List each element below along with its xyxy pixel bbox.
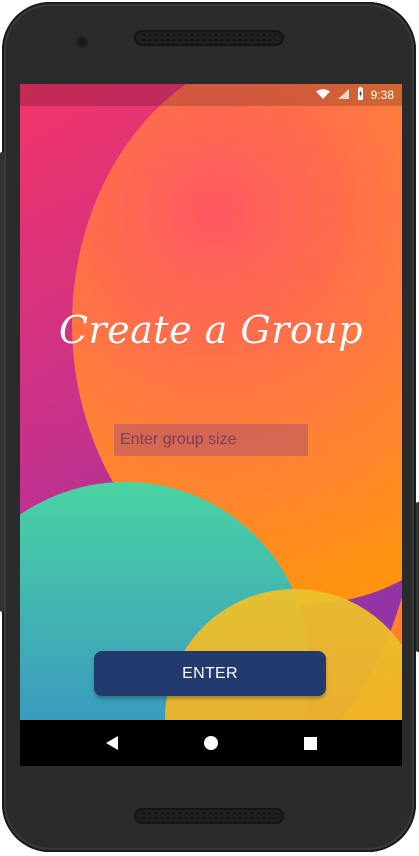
navigation-bar — [20, 720, 402, 766]
bottom-speaker — [134, 808, 284, 824]
home-icon — [204, 736, 218, 750]
signal-icon — [337, 88, 350, 103]
recents-button[interactable] — [298, 731, 322, 755]
recents-icon — [303, 736, 317, 750]
front-camera — [76, 36, 88, 48]
enter-button[interactable]: ENTER — [94, 651, 326, 696]
status-icons — [315, 86, 365, 104]
phone-frame: 9:38 Create a Group ENTER — [0, 2, 419, 852]
create-group-screen: 9:38 Create a Group ENTER — [20, 84, 402, 720]
page-title: Create a Group — [58, 308, 364, 352]
battery-charging-icon — [356, 86, 365, 104]
status-bar: 9:38 — [20, 84, 402, 106]
back-button[interactable] — [100, 731, 124, 755]
status-time: 9:38 — [370, 88, 394, 102]
home-button[interactable] — [199, 731, 223, 755]
group-size-input[interactable] — [114, 424, 308, 456]
device-screen: 9:38 Create a Group ENTER — [20, 84, 402, 766]
back-icon — [106, 736, 118, 750]
left-side-edge — [0, 152, 4, 612]
top-speaker — [134, 30, 284, 46]
wifi-icon — [315, 88, 331, 103]
